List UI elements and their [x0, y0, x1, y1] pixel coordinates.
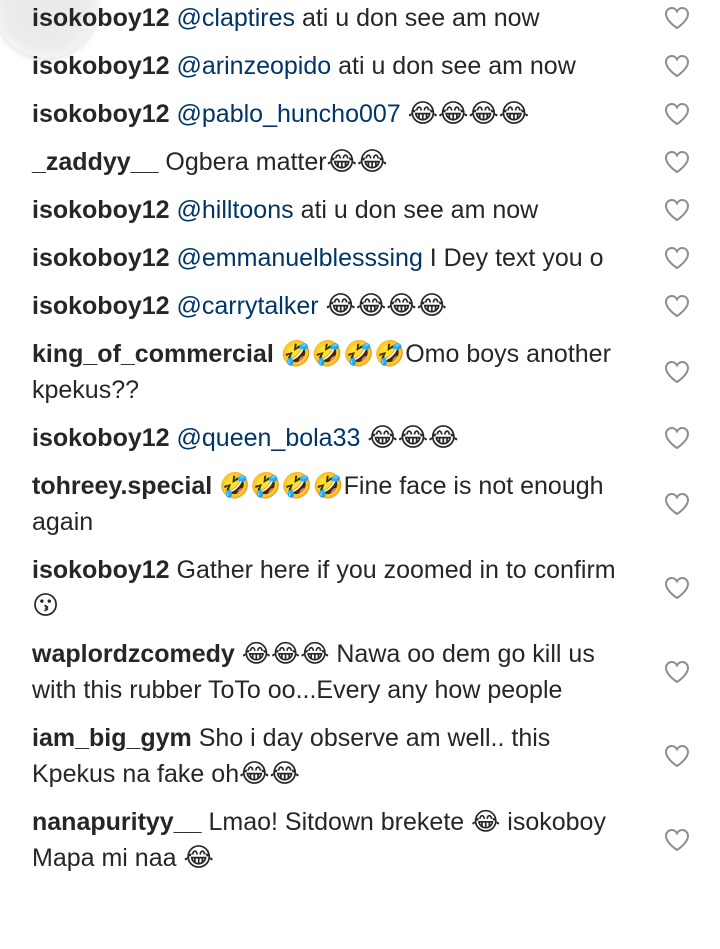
comment-item: isokoboy12 @queen_bola33 😂😂😂: [0, 420, 720, 456]
like-heart-icon[interactable]: [664, 54, 690, 78]
like-heart-icon[interactable]: [664, 294, 690, 318]
comment-username[interactable]: isokoboy12: [32, 52, 170, 80]
like-heart-icon[interactable]: [664, 246, 690, 270]
comment-mention[interactable]: @emmanuelblesssing: [177, 244, 423, 272]
comment-emoji: 😂😂: [326, 147, 388, 177]
comment-emoji: 😂: [183, 843, 214, 873]
like-heart-icon[interactable]: [664, 660, 690, 684]
comment-emoji: 😗: [32, 591, 60, 621]
comment-item: isokoboy12 @carrytalker 😂😂😂😂: [0, 288, 720, 324]
comment-mention[interactable]: @arinzeopido: [177, 52, 332, 80]
comment-emoji: 😂😂😂😂: [325, 291, 448, 321]
comment-text: ati u don see am now: [331, 52, 576, 80]
comment-username[interactable]: isokoboy12: [32, 556, 170, 584]
comment-username[interactable]: iam_big_gym: [32, 724, 192, 752]
comment-mention[interactable]: @carrytalker: [177, 292, 319, 320]
like-heart-icon[interactable]: [664, 744, 690, 768]
comment-text: Ogbera matter: [165, 148, 327, 176]
comment-item: waplordzcomedy 😂😂😂 Nawa oo dem go kill u…: [0, 636, 720, 708]
like-heart-icon[interactable]: [664, 360, 690, 384]
comment-text: ati u don see am now: [295, 4, 540, 32]
comment-username[interactable]: tohreey.special: [32, 472, 212, 500]
comment-item: isokoboy12 @pablo_huncho007 😂😂😂😂: [0, 96, 720, 132]
like-heart-icon[interactable]: [664, 102, 690, 126]
comment-text: ati u don see am now: [293, 196, 539, 224]
comment-username[interactable]: waplordzcomedy: [32, 640, 235, 668]
comment-text: [319, 292, 326, 320]
comment-text: [401, 100, 408, 128]
like-heart-icon[interactable]: [664, 828, 690, 852]
like-heart-icon[interactable]: [664, 426, 690, 450]
like-heart-icon[interactable]: [664, 576, 690, 600]
comment-username[interactable]: isokoboy12: [32, 424, 170, 452]
comment-item: _zaddyy__ Ogbera matter😂😂: [0, 144, 720, 180]
comment-emoji: 😂😂😂: [367, 423, 459, 453]
comment-text: Gather here if you zoomed in to confirm: [176, 556, 616, 584]
like-heart-icon[interactable]: [664, 150, 690, 174]
comment-username[interactable]: isokoboy12: [32, 100, 170, 128]
comment-item: isokoboy12 @hilltoons ati u don see am n…: [0, 192, 720, 228]
comment-emoji: 😂😂😂😂: [407, 99, 530, 129]
comment-item: isokoboy12 Gather here if you zoomed in …: [0, 552, 720, 624]
comment-item: nanapurityy__ Lmao! Sitdown brekete 😂 is…: [0, 804, 720, 876]
comment-mention[interactable]: @hilltoons: [177, 196, 294, 224]
comment-username[interactable]: isokoboy12: [32, 292, 170, 320]
comment-username[interactable]: isokoboy12: [32, 244, 170, 272]
comment-item: iam_big_gym Sho i day observe am well.. …: [0, 720, 720, 792]
comment-item: isokoboy12 @arinzeopido ati u don see am…: [0, 48, 720, 84]
like-heart-icon[interactable]: [664, 198, 690, 222]
comment-username[interactable]: isokoboy12: [32, 196, 170, 224]
comment-text: I Dey text you o: [422, 244, 604, 272]
comment-username[interactable]: nanapurityy__: [32, 808, 202, 836]
comment-item: isokoboy12 @claptires ati u don see am n…: [0, 0, 720, 36]
comment-username[interactable]: _zaddyy__: [32, 148, 158, 176]
comment-item: king_of_commercial 🤣🤣🤣🤣Omo boys another …: [0, 336, 720, 408]
comment-mention[interactable]: @pablo_huncho007: [177, 100, 401, 128]
comment-username[interactable]: isokoboy12: [32, 4, 170, 32]
comment-item: tohreey.special 🤣🤣🤣🤣Fine face is not eno…: [0, 468, 720, 540]
like-heart-icon[interactable]: [664, 6, 690, 30]
comment-emoji: 😂😂: [239, 759, 300, 789]
comment-list: isokoboy12 @claptires ati u don see am n…: [0, 0, 720, 888]
comment-username[interactable]: king_of_commercial: [32, 340, 274, 368]
like-heart-icon[interactable]: [664, 492, 690, 516]
comment-mention[interactable]: @claptires: [177, 4, 295, 32]
comment-mention[interactable]: @queen_bola33: [177, 424, 361, 452]
comment-item: isokoboy12 @emmanuelblesssing I Dey text…: [0, 240, 720, 276]
